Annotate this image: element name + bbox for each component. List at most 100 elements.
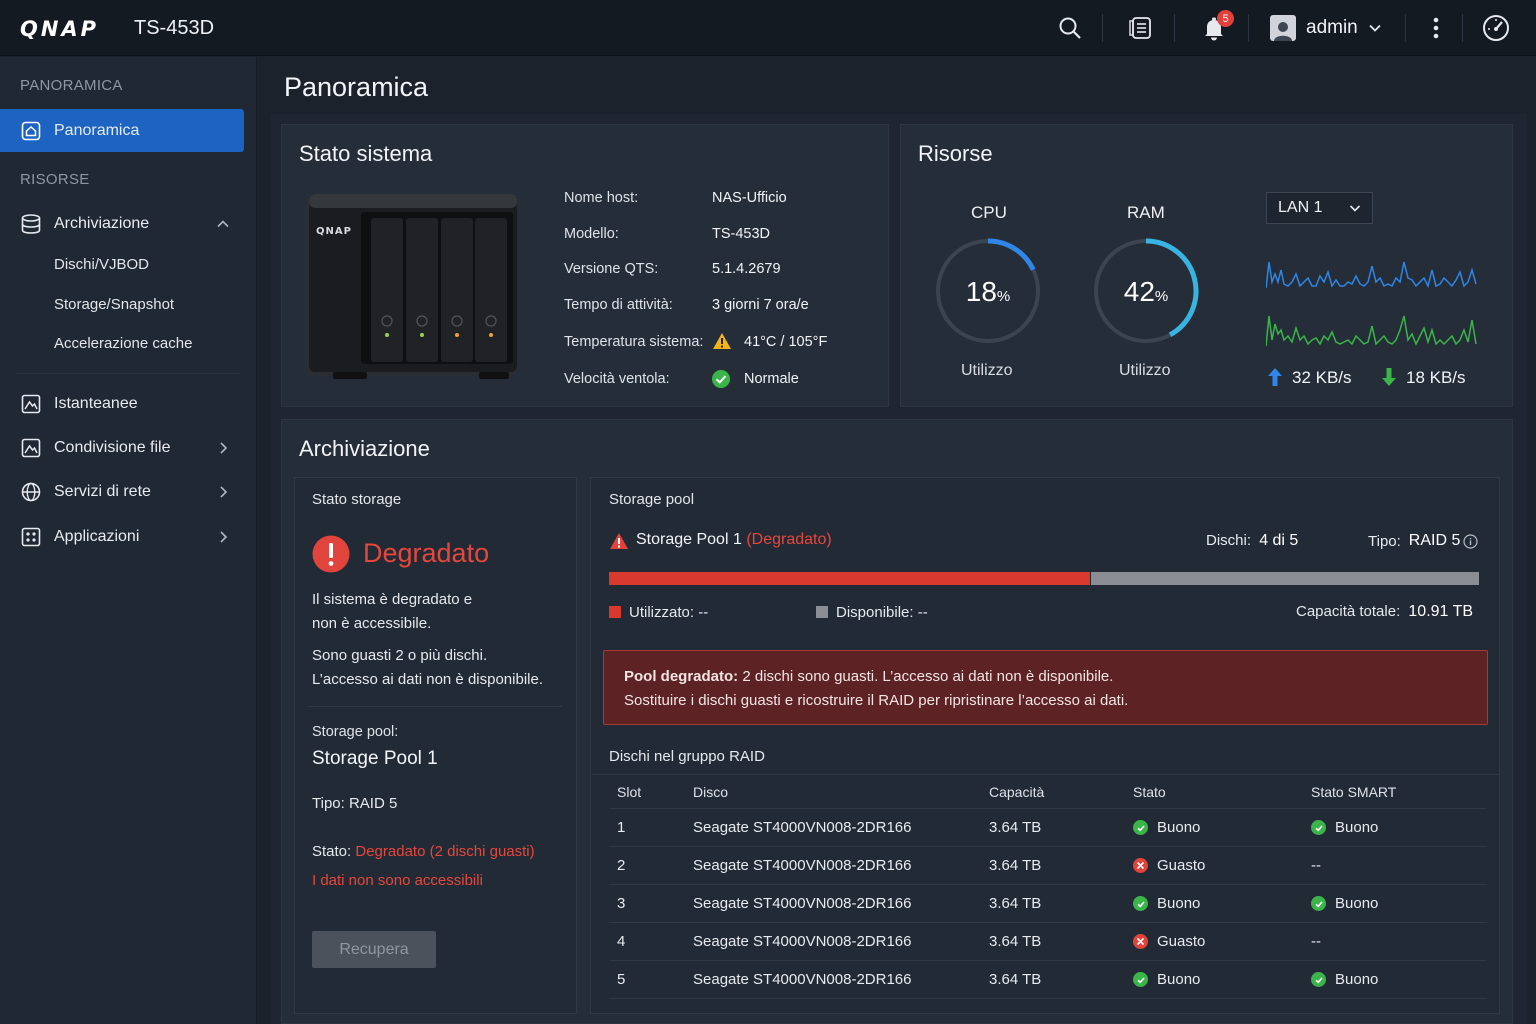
sidebar-item-snapshots[interactable]: Istanteanee — [0, 382, 244, 425]
task-list-icon[interactable] — [1125, 12, 1157, 44]
pool-label: Storage pool: — [312, 724, 399, 740]
cell-state: Buono — [1133, 895, 1200, 912]
ram-usage-value: 42% — [1123, 276, 1169, 307]
check-circle-icon — [1311, 896, 1326, 911]
sidebar-item-label: Applicazioni — [54, 527, 140, 545]
upload-rate: 32 KB/s — [1292, 368, 1352, 387]
sidebar-subitem-storage-snapshot[interactable]: Storage/Snapshot — [54, 296, 174, 313]
alert-text-2: Sostituire i dischi guasti e ricostruire… — [624, 692, 1129, 709]
info-icon[interactable] — [1463, 533, 1478, 549]
total-capacity-label: Capacità totale: — [1296, 603, 1401, 620]
dashboard-gauge-icon[interactable] — [1480, 12, 1512, 44]
legend-used-value: -- — [698, 604, 709, 621]
user-menu[interactable]: admin — [1270, 13, 1382, 43]
table-row[interactable]: 1 Seagate ST4000VN008-2DR166 3.64 TB Buo… — [609, 809, 1487, 847]
divider — [308, 706, 562, 707]
sidebar-item-file-sharing[interactable]: Condivisione file — [0, 426, 244, 469]
pool-raid-type: Tipo: RAID 5 — [1368, 532, 1478, 550]
search-icon[interactable] — [1054, 12, 1086, 44]
sidebar-item-label: Servizi di rete — [54, 482, 151, 500]
topbar-divider — [1102, 14, 1103, 42]
storage-title: Archiviazione — [299, 436, 430, 461]
upload-arrow-icon — [1268, 368, 1282, 386]
cell-smart: -- — [1311, 857, 1321, 874]
sidebar-item-network-services[interactable]: Servizi di rete — [0, 470, 244, 513]
page-title: Panoramica — [284, 72, 429, 102]
error-icon — [312, 535, 350, 573]
state-text: Buono — [1157, 895, 1201, 912]
cell-capacity: 3.64 TB — [989, 933, 1042, 950]
cpu-usage-value: 18% — [965, 276, 1011, 307]
lan-select[interactable]: LAN 1 — [1266, 192, 1373, 224]
table-row[interactable]: 3 Seagate ST4000VN008-2DR166 3.64 TB Buo… — [609, 885, 1487, 923]
table-row[interactable]: 5 Seagate ST4000VN008-2DR166 3.64 TB Buo… — [609, 961, 1487, 999]
alert-line-1: Pool degradato: 2 dischi sono guasti. L’… — [624, 668, 1113, 685]
topbar-divider — [1405, 14, 1406, 42]
sidebar-item-overview[interactable]: Panoramica — [0, 109, 244, 152]
username: admin — [1306, 17, 1358, 38]
info-label-model: Modello: — [564, 226, 619, 242]
text-line: L’accesso ai dati non è disponibile. — [312, 671, 543, 688]
chevron-down-icon — [1368, 21, 1382, 35]
sidebar-item-storage[interactable]: Archiviazione — [0, 202, 244, 245]
sidebar-subitem-cache-acceleration[interactable]: Accelerazione cache — [54, 335, 192, 352]
col-header-disk[interactable]: Disco — [693, 784, 728, 800]
state-text: Guasto — [1157, 857, 1206, 874]
pool-disks-count: Dischi: 4 di 5 — [1206, 532, 1298, 550]
alert-title: Pool degradato: — [624, 668, 739, 685]
topbar-divider — [1248, 14, 1249, 42]
table-row[interactable]: 2 Seagate ST4000VN008-2DR166 3.64 TB Gua… — [609, 847, 1487, 885]
chevron-up-icon — [217, 219, 229, 227]
recover-button[interactable]: Recupera — [312, 931, 436, 968]
storage-state-label: Degradato — [363, 538, 490, 568]
device-logo: QNAP — [316, 226, 352, 237]
cell-disk: Seagate ST4000VN008-2DR166 — [693, 933, 912, 950]
cell-capacity: 3.64 TB — [989, 971, 1042, 988]
ram-usage-label: Utilizzo — [1119, 362, 1171, 379]
cell-state: Guasto — [1133, 933, 1205, 950]
more-vertical-icon[interactable] — [1420, 12, 1452, 44]
legend-used-swatch — [609, 606, 621, 618]
pool-state-label: Stato: — [312, 843, 352, 860]
degraded-alert: Pool degradato: 2 dischi sono guasti. L’… — [603, 650, 1488, 725]
cell-slot: 3 — [617, 895, 626, 912]
table-row[interactable]: 4 Seagate ST4000VN008-2DR166 3.64 TB Gua… — [609, 923, 1487, 961]
chevron-right-icon — [220, 485, 228, 498]
cell-capacity: 3.64 TB — [989, 857, 1042, 874]
cell-disk: Seagate ST4000VN008-2DR166 — [693, 819, 912, 836]
info-label-uptime: Tempo di attività: — [564, 297, 673, 313]
smart-text: Buono — [1335, 819, 1379, 836]
warning-icon — [609, 532, 629, 550]
cell-slot: 2 — [617, 857, 626, 874]
pool-header: Storage Pool 1 (Degradato) — [636, 531, 832, 549]
check-circle-icon — [1133, 896, 1148, 911]
legend-free: Disponibile: -- — [836, 604, 928, 621]
col-header-smart[interactable]: Stato SMART — [1311, 784, 1396, 800]
raid-type-label: Tipo: — [1368, 532, 1401, 550]
globe-icon — [20, 481, 42, 503]
chevron-down-icon — [1349, 205, 1361, 212]
data-inaccessible-text: I dati non sono accessibili — [312, 872, 483, 889]
info-label-hostname: Nome host: — [564, 190, 639, 206]
cpu-gauge-title: CPU — [971, 203, 1007, 222]
state-text: Buono — [1157, 971, 1201, 988]
system-status-title: Stato sistema — [299, 141, 433, 166]
sidebar-item-applications[interactable]: Applicazioni — [0, 515, 244, 558]
device-model-title: TS-453D — [134, 17, 215, 39]
sidebar-subitem-disks[interactable]: Dischi/VJBOD — [54, 256, 149, 273]
cell-capacity: 3.64 TB — [989, 895, 1042, 912]
col-header-slot[interactable]: Slot — [617, 784, 641, 800]
cell-state: Buono — [1133, 819, 1200, 836]
lan-select-value: LAN 1 — [1278, 199, 1323, 216]
legend-free-label: Disponibile: — [836, 604, 914, 621]
apps-icon — [20, 526, 42, 548]
col-header-state[interactable]: Stato — [1133, 784, 1166, 800]
download-rate: 18 KB/s — [1406, 368, 1466, 387]
check-circle-icon — [712, 370, 730, 388]
col-header-capacity[interactable]: Capacità — [989, 784, 1044, 800]
qnap-logo: QNAP — [20, 17, 100, 41]
download-arrow-icon — [1382, 368, 1396, 386]
info-value-model: TS-453D — [712, 226, 771, 242]
check-circle-icon — [1133, 972, 1148, 987]
capacity-bar-free — [1091, 572, 1479, 585]
